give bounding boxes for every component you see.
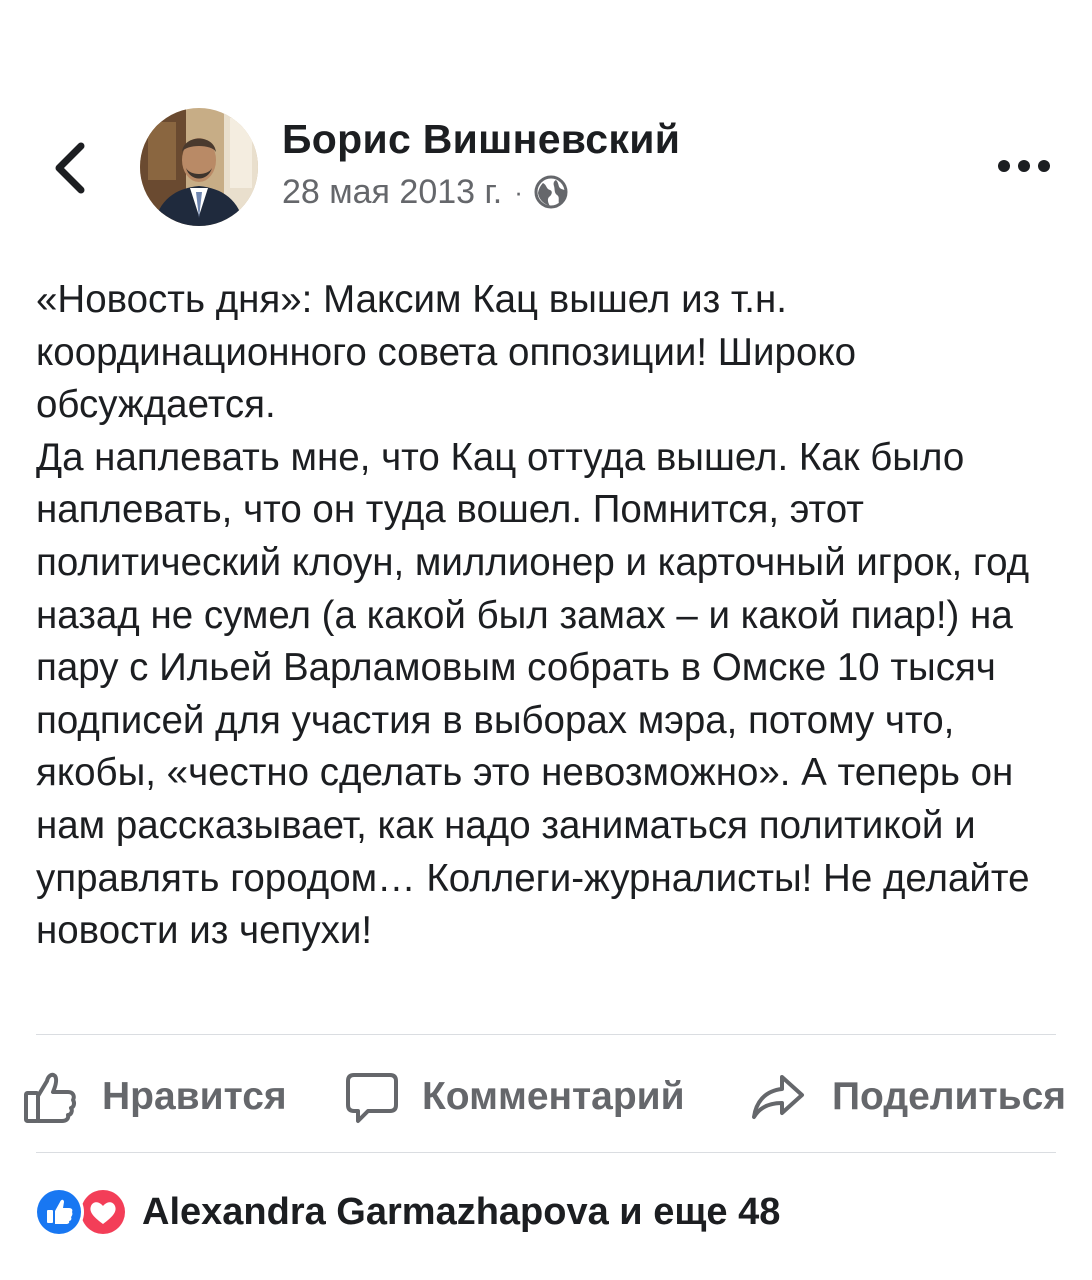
comment-button[interactable]: Комментарий <box>344 1062 685 1132</box>
reactions-summary-text: Alexandra Garmazhapova и еще 48 <box>142 1190 781 1233</box>
post-text: «Новость дня»: Максим Кац вышел из т.н. … <box>36 274 1076 958</box>
post-meta: 28 мая 2013 г. · <box>282 170 569 214</box>
like-reaction-icon <box>34 1187 84 1237</box>
post-paragraph-2: Да наплевать мне, что Кац оттуда вышел. … <box>36 435 1030 953</box>
share-arrow-icon <box>752 1075 804 1119</box>
chevron-left-icon <box>55 142 85 194</box>
author-name[interactable]: Борис Вишневский <box>282 116 680 163</box>
reaction-icons <box>34 1187 132 1237</box>
action-bar: Нравится Комментарий Поделиться <box>0 1062 1092 1132</box>
love-reaction-icon <box>78 1187 128 1237</box>
meta-separator: · <box>514 176 523 207</box>
globe-icon <box>534 175 568 209</box>
reactions-summary[interactable]: Alexandra Garmazhapova и еще 48 <box>34 1182 780 1242</box>
more-options-button[interactable] <box>992 146 1056 186</box>
divider-top <box>36 1034 1056 1035</box>
comment-icon <box>346 1073 398 1123</box>
divider-bottom <box>36 1152 1056 1153</box>
share-label: Поделиться <box>832 1075 1067 1118</box>
share-button[interactable]: Поделиться <box>750 1062 1066 1132</box>
back-button[interactable] <box>40 138 100 198</box>
more-horizontal-icon <box>998 160 1050 172</box>
comment-label: Комментарий <box>422 1075 685 1118</box>
thumbs-up-icon <box>24 1072 77 1123</box>
post-paragraph-1: «Новость дня»: Максим Кац вышел из т.н. … <box>36 278 857 427</box>
like-label: Нравится <box>102 1075 287 1118</box>
author-photo <box>140 108 258 226</box>
post-date[interactable]: 28 мая 2013 г. <box>282 173 502 212</box>
avatar[interactable] <box>140 108 258 226</box>
like-button[interactable]: Нравится <box>22 1062 287 1132</box>
